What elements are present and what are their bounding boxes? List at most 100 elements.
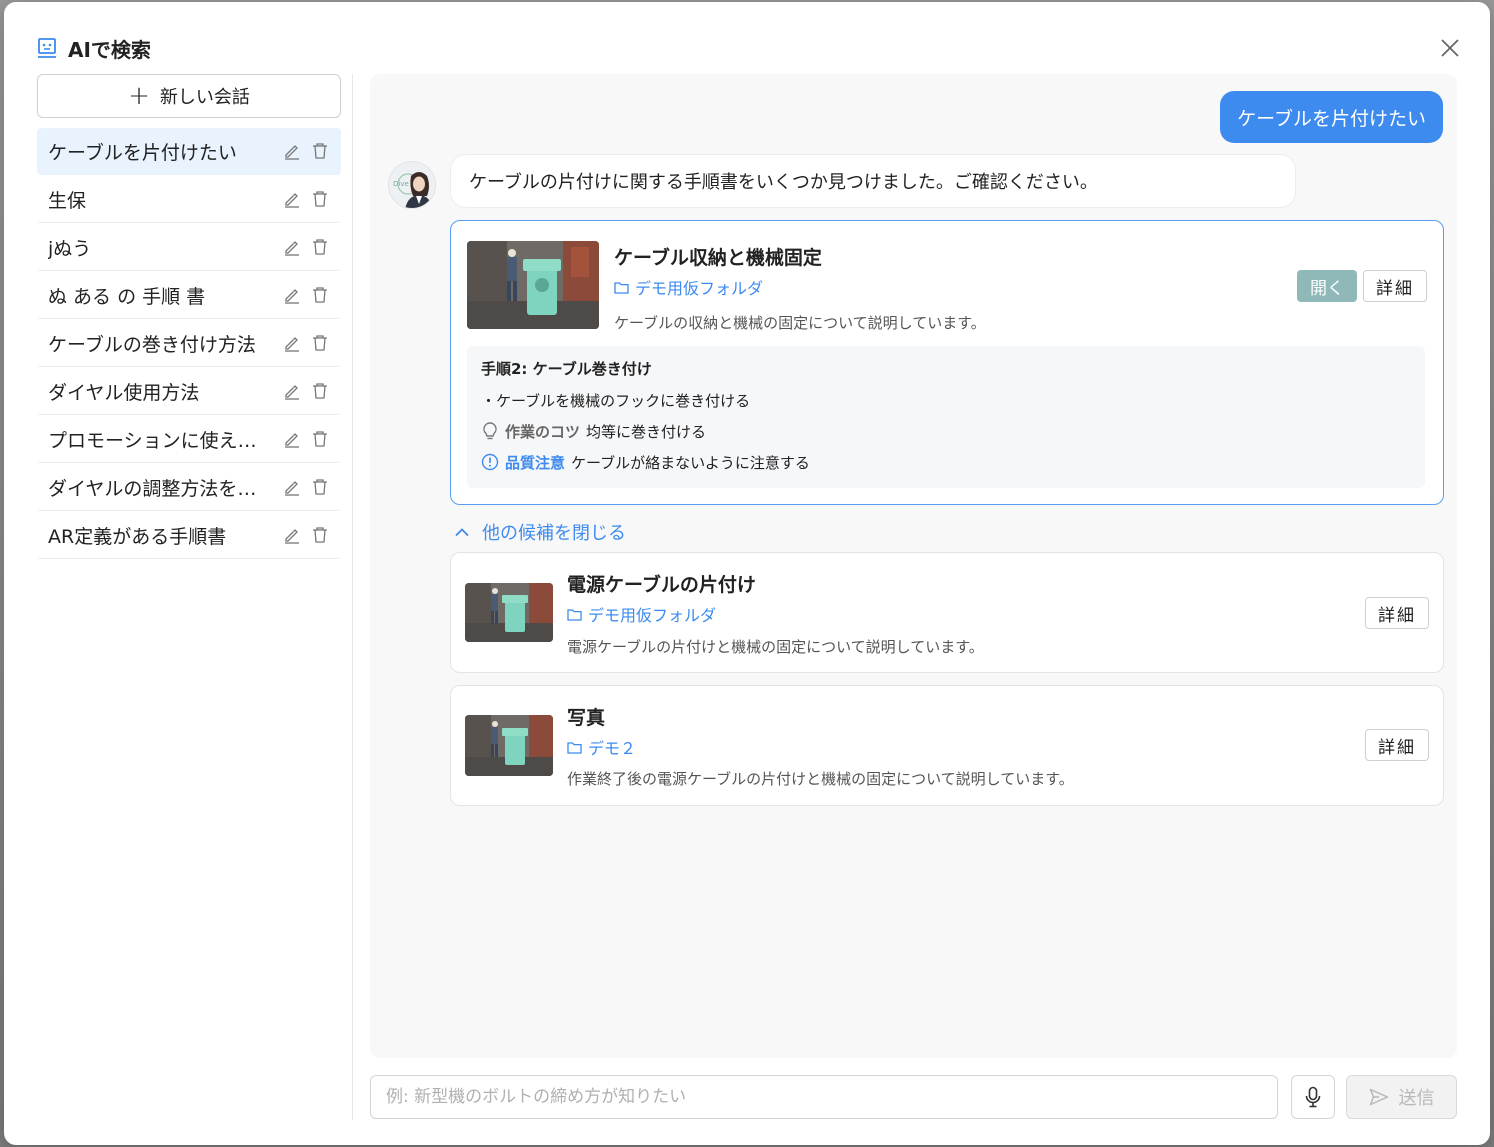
result-title: 写真 bbox=[567, 707, 606, 729]
result-folder-link[interactable]: デモ２ bbox=[567, 735, 636, 759]
conversation-label: プロモーションに使え… bbox=[48, 429, 257, 452]
trash-icon[interactable] bbox=[311, 526, 329, 544]
quality-note-line: 品質注意 ケーブルが絡まないように注意する bbox=[481, 451, 1411, 473]
robot-icon bbox=[36, 37, 58, 59]
detail-button[interactable]: 詳細 bbox=[1363, 270, 1427, 302]
assistant-message-text: ケーブルの片付けに関する手順書をいくつか見つけました。ご確認ください。 bbox=[469, 172, 1098, 193]
detail-button[interactable]: 詳細 bbox=[1365, 597, 1429, 629]
sidebar-divider bbox=[352, 74, 353, 1120]
result-title: ケーブル収納と機械固定 bbox=[614, 247, 822, 269]
trash-icon[interactable] bbox=[311, 286, 329, 304]
avatar-text: Dive bbox=[393, 180, 409, 188]
ai-search-modal: AIで検索 + 新しい会話 ケーブルを片付けたい生保 jぬうぬ ある の 手順 書… bbox=[4, 2, 1490, 1145]
trash-icon[interactable] bbox=[311, 142, 329, 160]
conversation-item[interactable]: jぬう bbox=[37, 224, 341, 271]
edit-icon[interactable] bbox=[283, 382, 301, 400]
user-message-bubble: ケーブルを片付けたい bbox=[1220, 91, 1443, 143]
edit-icon[interactable] bbox=[283, 430, 301, 448]
assistant-message-bubble: ケーブルの片付けに関する手順書をいくつか見つけました。ご確認ください。 bbox=[450, 154, 1296, 208]
conversation-actions bbox=[283, 286, 329, 304]
step-bullet-text: ・ケーブルを機械のフックに巻き付ける bbox=[481, 391, 751, 410]
alt-result-card[interactable]: 電源ケーブルの片付け デモ用仮フォルダ 電源ケーブルの片付けと機械の固定について… bbox=[450, 552, 1444, 673]
conversation-label: ケーブルの巻き付け方法 bbox=[48, 333, 256, 356]
folder-icon bbox=[567, 741, 582, 754]
microphone-button[interactable] bbox=[1291, 1075, 1335, 1119]
conversation-item[interactable]: プロモーションに使え… bbox=[37, 416, 341, 463]
result-folder-link[interactable]: デモ用仮フォルダ bbox=[567, 602, 716, 626]
edit-icon[interactable] bbox=[283, 238, 301, 256]
conversation-list: ケーブルを片付けたい生保 jぬうぬ ある の 手順 書ケーブルの巻き付け方法 ダイヤ… bbox=[37, 128, 341, 559]
new-chat-button[interactable]: + 新しい会話 bbox=[37, 74, 341, 118]
step-title: 手順2: ケーブル巻き付け bbox=[481, 360, 652, 378]
conversation-actions bbox=[283, 478, 329, 496]
microphone-icon bbox=[1305, 1086, 1321, 1108]
result-folder-link[interactable]: デモ用仮フォルダ bbox=[614, 275, 763, 299]
edit-icon[interactable] bbox=[283, 142, 301, 160]
conversation-actions bbox=[283, 142, 329, 160]
conversation-item[interactable]: 生保 bbox=[37, 176, 341, 223]
result-title: 電源ケーブルの片付け bbox=[567, 574, 756, 596]
conversation-item[interactable]: ぬ ある の 手順 書 bbox=[37, 272, 341, 319]
edit-icon[interactable] bbox=[283, 526, 301, 544]
collapse-candidates-link[interactable]: 他の候補を閉じる bbox=[454, 519, 626, 545]
trash-icon[interactable] bbox=[311, 430, 329, 448]
result-folder-label: デモ用仮フォルダ bbox=[588, 606, 717, 625]
lightbulb-icon bbox=[483, 422, 497, 440]
modal-header: AIで検索 bbox=[36, 32, 151, 64]
trash-icon[interactable] bbox=[311, 334, 329, 352]
result-thumbnail bbox=[465, 583, 553, 642]
conversation-item[interactable]: ダイヤル使用方法 bbox=[37, 368, 341, 415]
trash-icon[interactable] bbox=[311, 382, 329, 400]
tip-text: 均等に巻き付ける bbox=[586, 422, 707, 441]
edit-icon[interactable] bbox=[283, 286, 301, 304]
conversation-item[interactable]: AR定義がある手順書 bbox=[37, 512, 341, 559]
result-folder-label: デモ２ bbox=[588, 739, 637, 758]
send-icon bbox=[1369, 1088, 1388, 1106]
conversation-item[interactable]: ダイヤルの調整方法を… bbox=[37, 464, 341, 511]
step-preview: 手順2: ケーブル巻き付け ・ケーブルを機械のフックに巻き付ける 作業のコツ 均… bbox=[467, 346, 1425, 488]
conversation-sidebar: + 新しい会話 ケーブルを片付けたい生保 jぬうぬ ある の 手順 書ケーブルの巻… bbox=[37, 74, 341, 1120]
conversation-label: AR定義がある手順書 bbox=[48, 525, 227, 548]
send-button[interactable]: 送信 bbox=[1346, 1075, 1457, 1119]
chat-area: ケーブルを片付けたい Dive ケーブルの片付けに関する手順書をいくつか見つけま… bbox=[370, 74, 1457, 1058]
open-button[interactable]: 開く bbox=[1297, 270, 1357, 302]
conversation-actions bbox=[283, 190, 329, 208]
quality-note-text: ケーブルが絡まないように注意する bbox=[571, 453, 810, 472]
plus-icon: + bbox=[128, 81, 150, 111]
conversation-actions bbox=[283, 526, 329, 544]
conversation-item[interactable]: ケーブルを片付けたい bbox=[37, 128, 341, 175]
detail-button[interactable]: 詳細 bbox=[1365, 729, 1429, 761]
conversation-label: 生保 bbox=[48, 189, 87, 212]
chat-input[interactable] bbox=[370, 1075, 1278, 1119]
result-description: 電源ケーブルの片付けと機械の固定について説明しています。 bbox=[567, 638, 984, 656]
trash-icon[interactable] bbox=[311, 478, 329, 496]
result-description: ケーブルの収納と機械の固定について説明しています。 bbox=[614, 314, 986, 332]
result-folder-label: デモ用仮フォルダ bbox=[635, 279, 764, 298]
edit-icon[interactable] bbox=[283, 190, 301, 208]
edit-icon[interactable] bbox=[283, 478, 301, 496]
tip-label: 作業のコツ bbox=[505, 422, 581, 441]
trash-icon[interactable] bbox=[311, 238, 329, 256]
conversation-actions bbox=[283, 238, 329, 256]
edit-icon[interactable] bbox=[283, 334, 301, 352]
close-icon bbox=[1441, 39, 1459, 57]
new-chat-label: 新しい会話 bbox=[159, 87, 250, 108]
conversation-label: ダイヤル使用方法 bbox=[48, 381, 200, 404]
conversation-item[interactable]: ケーブルの巻き付け方法 bbox=[37, 320, 341, 367]
assistant-avatar: Dive bbox=[388, 161, 436, 209]
conversation-label: ダイヤルの調整方法を… bbox=[48, 477, 257, 500]
modal-title: AIで検索 bbox=[68, 37, 151, 62]
conversation-label: ぬ ある の 手順 書 bbox=[48, 285, 206, 308]
result-description: 作業終了後の電源ケーブルの片付けと機械の固定について説明しています。 bbox=[567, 770, 1074, 788]
result-thumbnail bbox=[467, 241, 599, 329]
alt-result-card[interactable]: 写真 デモ２ 作業終了後の電源ケーブルの片付けと機械の固定について説明しています… bbox=[450, 685, 1444, 806]
folder-icon bbox=[614, 281, 629, 294]
tip-line: 作業のコツ 均等に巻き付ける bbox=[481, 420, 1411, 442]
quality-note-label: 品質注意 bbox=[505, 453, 566, 472]
info-circle-icon bbox=[481, 453, 499, 471]
primary-result-card[interactable]: ケーブル収納と機械固定 デモ用仮フォルダ ケーブルの収納と機械の固定について説明… bbox=[450, 220, 1444, 505]
conversation-actions bbox=[283, 430, 329, 448]
trash-icon[interactable] bbox=[311, 190, 329, 208]
folder-icon bbox=[567, 608, 582, 621]
close-button[interactable] bbox=[1434, 32, 1466, 64]
